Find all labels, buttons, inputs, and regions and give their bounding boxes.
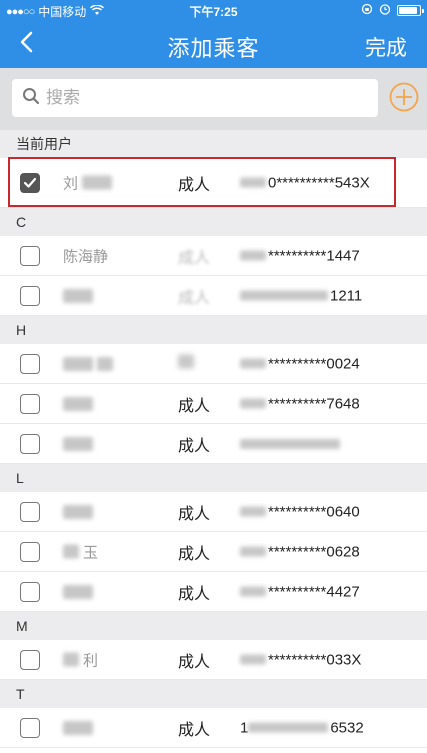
passenger-name bbox=[63, 720, 93, 735]
passenger-checkbox[interactable] bbox=[20, 581, 40, 602]
passenger-name bbox=[63, 436, 93, 451]
blurred-text bbox=[240, 586, 266, 597]
blurred-text bbox=[63, 288, 93, 303]
add-passenger-button[interactable] bbox=[388, 81, 420, 113]
blurred-text bbox=[178, 354, 194, 368]
passenger-name bbox=[63, 288, 93, 303]
blurred-text bbox=[240, 506, 266, 517]
blurred-text bbox=[240, 438, 340, 449]
passenger-row[interactable]: 玉 成人 **********0628 bbox=[0, 532, 427, 572]
battery-icon bbox=[397, 5, 424, 16]
blurred-text bbox=[240, 250, 266, 261]
passenger-name bbox=[63, 504, 93, 519]
passenger-row[interactable]: 刘 成人 0 **********543X bbox=[0, 158, 427, 208]
passenger-row[interactable]: 成人 bbox=[0, 424, 427, 464]
passenger-name: 陈海静 bbox=[63, 248, 109, 265]
passenger-checkbox[interactable] bbox=[20, 717, 40, 738]
passenger-row[interactable]: 利 成人 **********033X bbox=[0, 640, 427, 680]
section-header: H bbox=[0, 316, 427, 344]
passenger-row[interactable]: 成人 1211 bbox=[0, 276, 427, 316]
blurred-text bbox=[240, 654, 266, 665]
id-number: **********4427 bbox=[240, 583, 360, 600]
passenger-type: 成人 bbox=[178, 653, 211, 671]
passenger-type: 成人 bbox=[178, 249, 211, 267]
passenger-name: 玉 bbox=[63, 541, 98, 562]
blurred-text bbox=[63, 652, 79, 667]
passenger-checkbox[interactable] bbox=[20, 541, 40, 562]
id-number: **********0628 bbox=[240, 543, 360, 560]
passenger-name bbox=[63, 584, 93, 599]
passenger-checkbox[interactable] bbox=[20, 285, 40, 306]
passenger-name bbox=[63, 356, 113, 371]
passenger-checkbox[interactable] bbox=[20, 393, 40, 414]
rotation-lock-icon bbox=[361, 3, 373, 18]
section-header: 当前用户 bbox=[0, 130, 427, 158]
passenger-row[interactable]: 陈海静 成人 **********1447 bbox=[0, 236, 427, 276]
section-header: T bbox=[0, 680, 427, 708]
blurred-text bbox=[97, 356, 113, 371]
passenger-checkbox[interactable] bbox=[20, 245, 40, 266]
id-number: **********1447 bbox=[240, 247, 360, 264]
passenger-list: 当前用户 刘 成人 0 **********543X C 陈海静 成人 *****… bbox=[0, 130, 427, 748]
section-header: M bbox=[0, 612, 427, 640]
search-icon bbox=[22, 87, 40, 110]
passenger-name: 利 bbox=[63, 649, 98, 670]
id-number bbox=[240, 438, 342, 449]
search-box[interactable] bbox=[12, 79, 378, 117]
id-number: **********0024 bbox=[240, 355, 360, 372]
blurred-text bbox=[240, 177, 266, 188]
alarm-icon bbox=[379, 3, 391, 18]
passenger-name bbox=[63, 396, 93, 411]
blurred-text bbox=[63, 356, 93, 371]
passenger-type: 成人 bbox=[178, 289, 211, 307]
blurred-text bbox=[63, 544, 79, 559]
passenger-type: 成人 bbox=[178, 585, 211, 603]
blurred-text bbox=[63, 396, 93, 411]
blurred-text bbox=[63, 720, 93, 735]
search-input[interactable] bbox=[46, 88, 346, 108]
blurred-text bbox=[240, 546, 266, 557]
passenger-checkbox[interactable] bbox=[20, 649, 40, 670]
blurred-text bbox=[240, 290, 328, 301]
id-number: 0 **********543X bbox=[240, 174, 370, 191]
search-bar-area bbox=[0, 68, 427, 130]
blurred-text bbox=[63, 504, 93, 519]
id-number: **********0640 bbox=[240, 503, 360, 520]
id-number: **********7648 bbox=[240, 395, 360, 412]
passenger-name: 刘 bbox=[63, 172, 113, 193]
passenger-type bbox=[178, 354, 194, 373]
blurred-text bbox=[63, 436, 93, 451]
passenger-row[interactable]: 成人 **********7648 bbox=[0, 384, 427, 424]
id-number: 1211 bbox=[240, 287, 362, 304]
passenger-checkbox[interactable] bbox=[20, 501, 40, 522]
passenger-type: 成人 bbox=[178, 437, 211, 455]
passenger-row[interactable]: 成人 **********4427 bbox=[0, 572, 427, 612]
blurred-text bbox=[248, 722, 329, 733]
blurred-text bbox=[240, 398, 266, 409]
blurred-text bbox=[82, 175, 113, 190]
passenger-checkbox[interactable] bbox=[20, 353, 40, 374]
passenger-row[interactable]: 成人 1 6532 bbox=[0, 708, 427, 748]
passenger-type: 成人 bbox=[178, 176, 211, 194]
passenger-type: 成人 bbox=[178, 397, 211, 415]
section-header: C bbox=[0, 208, 427, 236]
passenger-row[interactable]: **********0024 bbox=[0, 344, 427, 384]
passenger-type: 成人 bbox=[178, 545, 211, 563]
section-header: L bbox=[0, 464, 427, 492]
passenger-type: 成人 bbox=[178, 721, 211, 739]
done-button[interactable]: 完成 bbox=[365, 32, 407, 62]
blurred-text bbox=[63, 584, 93, 599]
id-number: **********033X bbox=[240, 651, 361, 668]
passenger-checkbox[interactable] bbox=[20, 433, 40, 454]
page-title: 添加乘客 bbox=[167, 36, 260, 61]
status-bar: ●●●○○ 中国移动 下午7:25 bbox=[0, 0, 427, 20]
passenger-checkbox[interactable] bbox=[20, 172, 40, 193]
id-number: 1 6532 bbox=[240, 719, 364, 736]
blurred-text bbox=[240, 358, 266, 369]
passenger-type: 成人 bbox=[178, 505, 211, 523]
plus-circle-icon bbox=[388, 82, 420, 117]
nav-bar: 添加乘客 完成 bbox=[0, 20, 427, 68]
passenger-row[interactable]: 成人 **********0640 bbox=[0, 492, 427, 532]
